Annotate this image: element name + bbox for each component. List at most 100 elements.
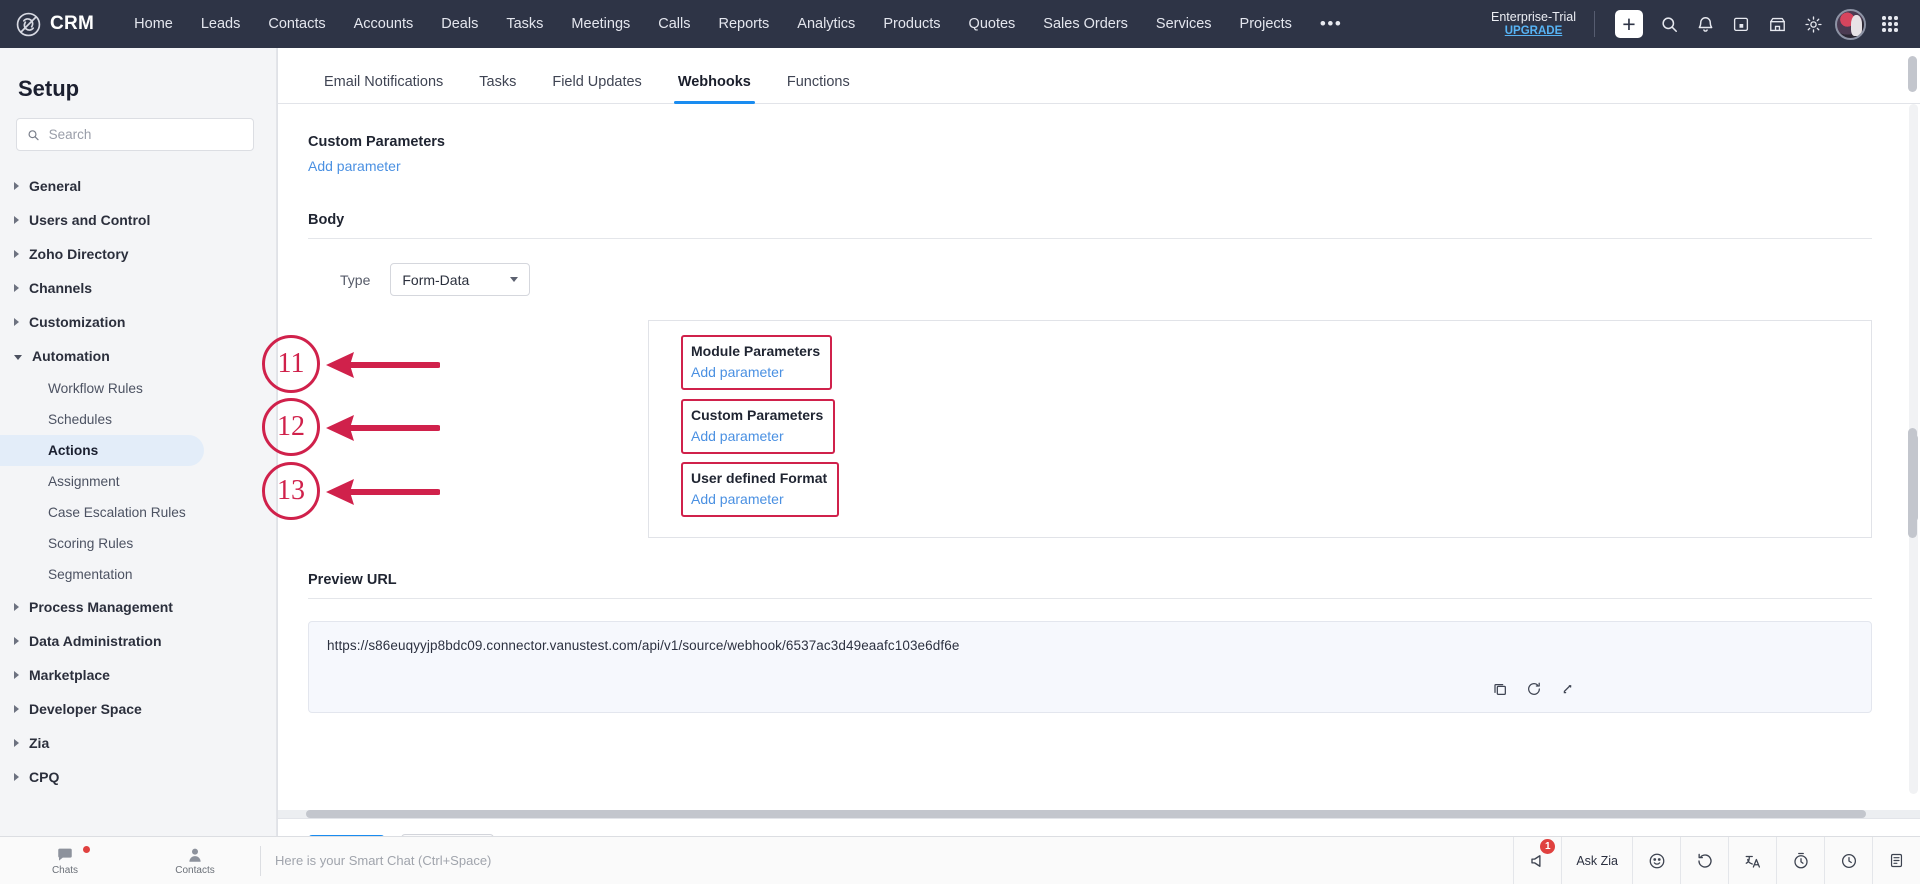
search-icon[interactable] [1651,6,1687,42]
tab-webhooks[interactable]: Webhooks [660,74,769,104]
gear-icon[interactable] [1795,6,1831,42]
nav-item-leads[interactable]: Leads [187,10,255,38]
page-scrollbar-thumb-2[interactable] [1908,428,1917,538]
body-type-value: Form-Data [402,271,470,288]
smart-chat-input[interactable]: Here is your Smart Chat (Ctrl+Space) [261,853,1513,868]
divider [308,598,1872,599]
avatar[interactable] [1835,8,1866,40]
search-input[interactable] [48,127,243,142]
undo-icon[interactable] [1680,836,1728,884]
chats-label: Chats [51,864,79,876]
body-type-select[interactable]: Form-Data [390,263,531,296]
chevron-right-icon [14,216,19,224]
nav-item-analytics[interactable]: Analytics [783,10,869,38]
sidebar-item-schedules[interactable]: Schedules [0,404,204,435]
tab-tasks[interactable]: Tasks [461,74,534,103]
notes-icon[interactable] [1872,836,1920,884]
webhook-tabs: Email Notifications Tasks Field Updates … [278,48,1920,104]
ask-zia-button[interactable]: Ask Zia [1561,836,1632,884]
divider [1594,11,1595,37]
chats-tab[interactable]: Chats [0,837,130,884]
sidebar-item-developer-space[interactable]: Developer Space [0,692,276,726]
tab-functions[interactable]: Functions [769,74,868,103]
sidebar-item-label: Zia [29,735,50,751]
sidebar-item-users-and-control[interactable]: Users and Control [0,203,276,237]
url-action-icons [1492,681,1575,702]
sidebar-item-label: Automation [32,348,110,364]
sidebar-item-scoring-rules[interactable]: Scoring Rules [0,528,204,559]
sidebar-item-segmentation[interactable]: Segmentation [0,559,204,590]
sidebar-item-cpq[interactable]: CPQ [0,760,276,794]
sidebar-item-data-administration[interactable]: Data Administration [0,624,276,658]
nav-item-projects[interactable]: Projects [1226,10,1306,38]
sidebar-item-zoho-directory[interactable]: Zoho Directory [0,237,276,271]
sidebar-item-label: Developer Space [29,701,142,717]
smiley-icon[interactable] [1632,836,1680,884]
sidebar-item-assignment[interactable]: Assignment [0,466,204,497]
nav-item-home[interactable]: Home [120,10,187,38]
setup-sidebar: Setup General Users and Control Zoho Dir… [0,48,277,884]
preview-url-label: Preview URL [308,572,397,588]
nav-item-quotes[interactable]: Quotes [955,10,1030,38]
sidebar-item-channels[interactable]: Channels [0,271,276,305]
nav-item-reports[interactable]: Reports [705,10,784,38]
sidebar-item-actions[interactable]: Actions [0,435,204,466]
nav-item-deals[interactable]: Deals [427,10,492,38]
preview-url-box[interactable]: https://s86euqyyjp8bdc09.connector.vanus… [308,621,1872,713]
nav-item-sales-orders[interactable]: Sales Orders [1029,10,1142,38]
apps-grid-icon[interactable] [1872,6,1908,42]
custom-parameters-title: Custom Parameters [691,407,824,423]
brand[interactable]: CRM [16,12,94,37]
nav-more-icon[interactable]: ••• [1306,13,1356,35]
chevron-right-icon [14,603,19,611]
marketplace-icon[interactable] [1759,6,1795,42]
calendar-icon[interactable] [1723,6,1759,42]
sidebar-item-marketplace[interactable]: Marketplace [0,658,276,692]
nav-item-products[interactable]: Products [869,10,954,38]
sidebar-item-label: Marketplace [29,667,110,683]
chevron-right-icon [14,773,19,781]
body-heading: Body [308,212,345,228]
tab-field-updates[interactable]: Field Updates [534,74,659,103]
chevron-right-icon [14,250,19,258]
horizontal-scrollbar-thumb[interactable] [306,810,1866,818]
nav-item-services[interactable]: Services [1142,10,1226,38]
sidebar-item-process-management[interactable]: Process Management [0,590,276,624]
nav-item-contacts[interactable]: Contacts [254,10,339,38]
add-parameter-link-udf[interactable]: Add parameter [691,491,827,507]
nav-item-accounts[interactable]: Accounts [340,10,428,38]
sidebar-item-customization[interactable]: Customization [0,305,276,339]
page-title: Setup [18,76,80,101]
nav-item-meetings[interactable]: Meetings [557,10,644,38]
sidebar-item-general[interactable]: General [0,169,276,203]
add-parameter-link-module[interactable]: Add parameter [691,364,820,380]
sidebar-item-workflow-rules[interactable]: Workflow Rules [0,373,204,404]
sidebar-item-label: CPQ [29,769,60,785]
search-box[interactable] [16,118,254,151]
nav-item-calls[interactable]: Calls [644,10,704,38]
nav-item-tasks[interactable]: Tasks [492,10,557,38]
upgrade-link[interactable]: UPGRADE [1491,25,1576,38]
add-icon[interactable]: + [1615,10,1643,38]
chevron-right-icon [14,637,19,645]
expand-icon[interactable] [1560,682,1575,702]
user-defined-format-block: User defined Format Add parameter [681,462,840,517]
page-scrollbar-thumb[interactable] [1908,56,1917,92]
translate-icon[interactable] [1728,836,1776,884]
clock-icon[interactable] [1824,836,1872,884]
user-defined-format-title: User defined Format [691,470,828,486]
module-parameters-block: Module Parameters Add parameter [681,335,833,390]
timer-icon[interactable] [1776,836,1824,884]
sidebar-item-automation[interactable]: Automation [0,339,276,373]
contacts-tab[interactable]: Contacts [130,837,260,884]
add-parameter-link-custom[interactable]: Add parameter [278,158,401,174]
sidebar-item-zia[interactable]: Zia [0,726,276,760]
sidebar-item-case-escalation-rules[interactable]: Case Escalation Rules [0,497,204,528]
add-parameter-link-custom-2[interactable]: Add parameter [691,428,823,444]
refresh-icon[interactable] [1526,681,1542,702]
announcement-icon[interactable]: 1 [1513,836,1561,884]
bell-icon[interactable] [1687,6,1723,42]
copy-icon[interactable] [1492,681,1508,702]
bottombar-right-cluster: 1 Ask Zia [1513,836,1920,884]
tab-email-notifications[interactable]: Email Notifications [306,74,461,103]
